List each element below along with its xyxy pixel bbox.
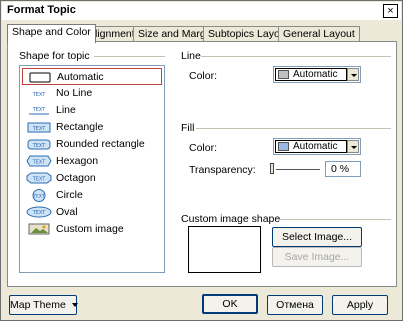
shape-option-label: Line bbox=[56, 104, 76, 116]
map-theme-button[interactable]: Map Theme bbox=[9, 295, 78, 315]
map-theme-label: Map Theme bbox=[10, 299, 66, 311]
shape-option-label: Rectangle bbox=[56, 121, 104, 133]
shape-option-label: Oval bbox=[56, 206, 78, 218]
tab-shape-and-color[interactable]: Shape and Color bbox=[7, 24, 96, 43]
shape-option-no-line[interactable]: TEXT No Line bbox=[22, 85, 162, 102]
line-color-label: Color: bbox=[189, 70, 218, 82]
icon-text: TEXT bbox=[32, 126, 47, 132]
fill-color-display: Automatic bbox=[275, 140, 347, 153]
custom-image-preview bbox=[188, 226, 261, 273]
shape-option-circle[interactable]: TEXT Circle bbox=[22, 187, 162, 204]
dialog-title: Format Topic bbox=[7, 4, 76, 16]
shape-option-oval[interactable]: TEXT Oval bbox=[22, 204, 162, 221]
no-line-shape-icon: TEXT bbox=[26, 87, 52, 99]
transparency-input[interactable]: 0 % bbox=[325, 161, 361, 177]
icon-text: TEXT bbox=[32, 160, 47, 166]
line-color-value: Automatic bbox=[293, 69, 338, 80]
line-shape-icon: TEXT bbox=[26, 104, 52, 116]
custom-image-group-label: Custom image shape bbox=[181, 213, 281, 225]
rectangle-shape-icon: TEXT bbox=[26, 121, 52, 133]
format-topic-dialog: Format Topic × Shape and Color Alignment… bbox=[0, 0, 403, 321]
apply-button[interactable]: Apply bbox=[332, 295, 388, 315]
shape-option-label: Automatic bbox=[57, 71, 104, 83]
shape-option-rounded-rectangle[interactable]: TEXT Rounded rectangle bbox=[22, 136, 162, 153]
hexagon-shape-icon: TEXT bbox=[26, 155, 52, 167]
fill-group-divider bbox=[196, 128, 391, 129]
tab-general-layout[interactable]: General Layout bbox=[278, 26, 360, 42]
shape-group-label: Shape for topic bbox=[19, 50, 90, 62]
line-color-swatch bbox=[278, 70, 289, 79]
fill-color-label: Color: bbox=[189, 142, 218, 154]
fill-color-swatch bbox=[278, 142, 289, 151]
shape-option-octagon[interactable]: TEXT Octagon bbox=[22, 170, 162, 187]
icon-text: TEXT bbox=[32, 177, 47, 183]
title-bar: Format Topic × bbox=[2, 2, 401, 20]
close-icon: × bbox=[387, 4, 394, 17]
icon-text: TEXT bbox=[32, 143, 47, 149]
line-color-display: Automatic bbox=[275, 68, 347, 81]
shape-option-rectangle[interactable]: TEXT Rectangle bbox=[22, 119, 162, 136]
shape-option-label: Octagon bbox=[56, 172, 96, 184]
shape-option-label: Hexagon bbox=[56, 155, 99, 167]
shape-option-label: Custom image bbox=[56, 223, 124, 235]
icon-text: TEXT bbox=[32, 210, 47, 216]
transparency-slider-thumb[interactable] bbox=[270, 163, 274, 174]
icon-text: TEXT bbox=[32, 193, 45, 199]
save-image-button[interactable]: Save Image... bbox=[272, 247, 362, 267]
icon-text: TEXT bbox=[32, 107, 47, 113]
chevron-down-icon[interactable] bbox=[347, 140, 359, 153]
oval-shape-icon: TEXT bbox=[26, 206, 52, 218]
icon-text: TEXT bbox=[32, 92, 47, 98]
transparency-slider-track[interactable] bbox=[276, 169, 320, 171]
shape-group-divider bbox=[94, 56, 165, 57]
line-group-label: Line bbox=[181, 50, 201, 62]
chevron-down-icon bbox=[71, 303, 78, 308]
rounded-rectangle-shape-icon: TEXT bbox=[26, 138, 52, 150]
transparency-label: Transparency: bbox=[189, 164, 256, 176]
ok-button[interactable]: OK bbox=[202, 294, 258, 314]
tab-strip: Shape and Color Alignment Size and Margi… bbox=[7, 24, 397, 43]
circle-shape-icon: TEXT bbox=[26, 188, 52, 202]
select-image-button[interactable]: Select Image... bbox=[272, 227, 362, 247]
shape-option-label: Rounded rectangle bbox=[56, 138, 145, 150]
shape-option-label: No Line bbox=[56, 87, 93, 99]
shape-option-hexagon[interactable]: TEXT Hexagon bbox=[22, 153, 162, 170]
line-group-divider bbox=[201, 56, 391, 57]
fill-color-value: Automatic bbox=[293, 141, 338, 152]
shape-option-automatic[interactable]: Automatic bbox=[22, 68, 162, 85]
fill-group-label: Fill bbox=[181, 122, 195, 134]
automatic-shape-icon bbox=[27, 71, 53, 83]
line-color-dropdown[interactable]: Automatic bbox=[273, 66, 361, 83]
chevron-down-icon[interactable] bbox=[347, 68, 359, 81]
shape-option-custom-image[interactable]: Custom image bbox=[22, 221, 162, 238]
close-button[interactable]: × bbox=[383, 4, 398, 18]
shape-option-line[interactable]: TEXT Line bbox=[22, 102, 162, 119]
fill-color-dropdown[interactable]: Automatic bbox=[273, 138, 361, 155]
custom-image-group-divider bbox=[278, 219, 391, 220]
custom-image-icon bbox=[26, 223, 52, 235]
octagon-shape-icon: TEXT bbox=[26, 172, 52, 184]
shape-option-label: Circle bbox=[56, 189, 83, 201]
cancel-button[interactable]: Отмена bbox=[267, 295, 323, 315]
shape-list[interactable]: Automatic TEXT No Line TEXT Line TEXT Re… bbox=[19, 65, 165, 273]
